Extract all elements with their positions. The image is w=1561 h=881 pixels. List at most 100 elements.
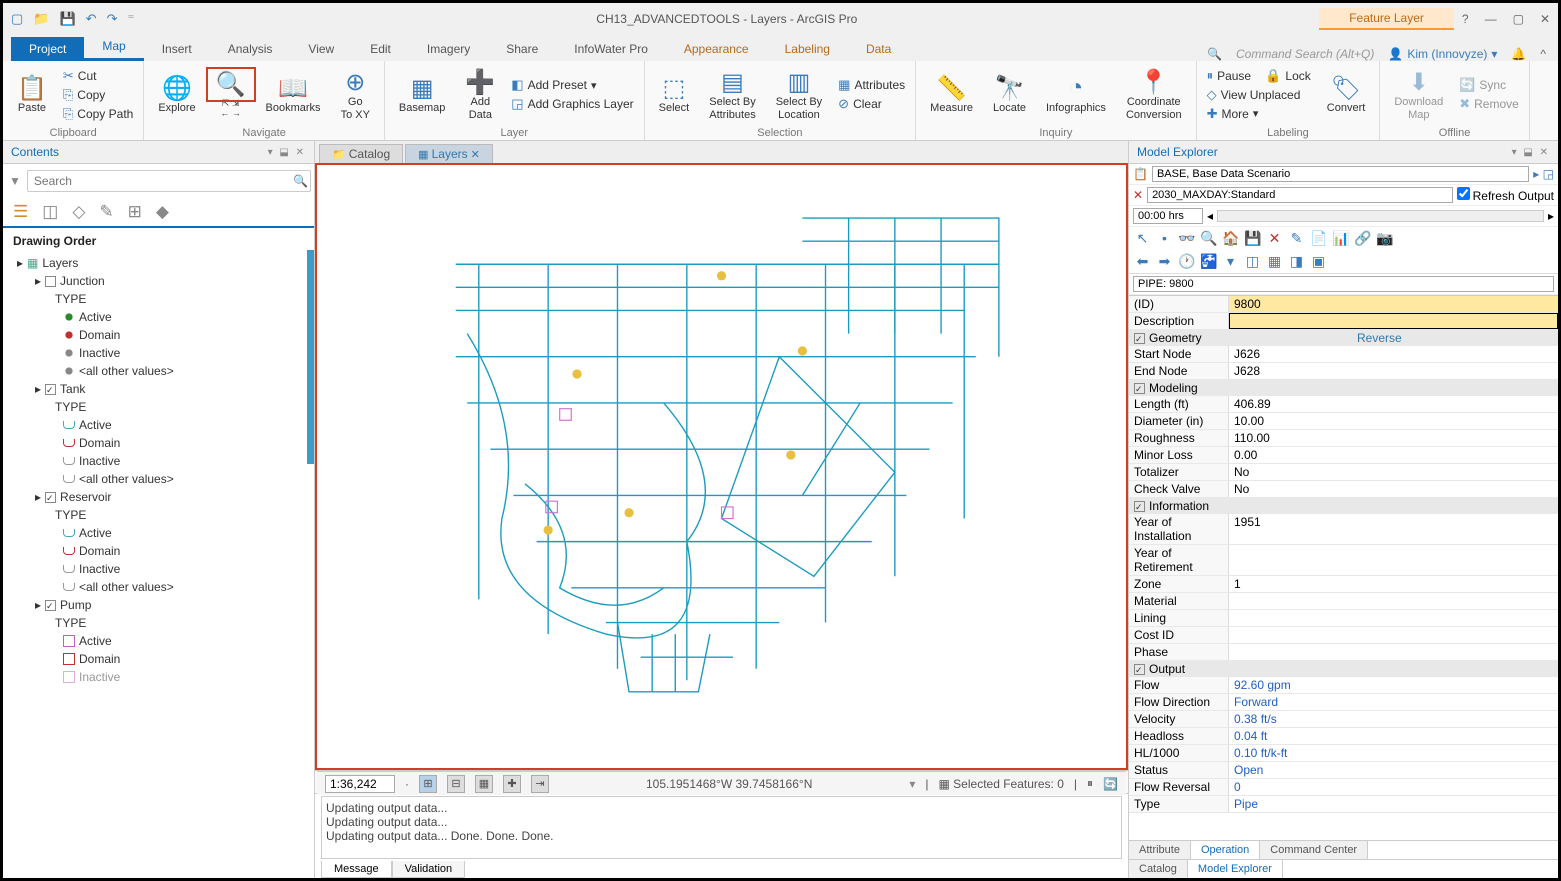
junction-layer[interactable]: ▸ Junction: [3, 272, 314, 290]
home-icon[interactable]: 🏠: [1222, 230, 1239, 247]
tank-inactive[interactable]: Inactive: [3, 452, 314, 470]
geometry-header[interactable]: GeometryReverse: [1129, 330, 1558, 346]
more-labeling-button[interactable]: ✚More ▾: [1203, 105, 1315, 123]
tab-insert[interactable]: Insert: [144, 37, 210, 61]
add-data-button[interactable]: ➕Add Data: [457, 66, 503, 122]
prop-year-install[interactable]: 1951: [1229, 514, 1558, 544]
tool-icon[interactable]: •: [1156, 230, 1173, 247]
tab-labeling[interactable]: Labeling: [767, 37, 848, 61]
tab-infowater[interactable]: InfoWater Pro: [556, 37, 666, 61]
maximize-icon[interactable]: ▢: [1513, 12, 1524, 26]
nav-fwd-icon[interactable]: ➡: [1156, 253, 1173, 270]
tank-other[interactable]: <all other values>: [3, 470, 314, 488]
map-canvas[interactable]: [317, 165, 1126, 768]
time-prev-icon[interactable]: ◂: [1207, 209, 1213, 223]
layers-node[interactable]: ▸ ▦ Layers: [3, 254, 314, 272]
qat-dropdown-icon[interactable]: ⁼: [127, 11, 134, 27]
view-unplaced-button[interactable]: ◇View Unplaced: [1203, 86, 1315, 104]
reservoir-layer[interactable]: ▸ Reservoir: [3, 488, 314, 506]
snap-tool-icon[interactable]: ⊞: [419, 775, 437, 793]
prop-zone[interactable]: 1: [1229, 576, 1558, 592]
tank-layer[interactable]: ▸ Tank: [3, 380, 314, 398]
ribbon-collapse-icon[interactable]: ^: [1540, 47, 1546, 61]
undo-icon[interactable]: ↶: [86, 11, 97, 27]
tab-project[interactable]: Project: [11, 37, 84, 61]
validation-tab[interactable]: Validation: [392, 861, 466, 878]
reservoir-inactive[interactable]: Inactive: [3, 560, 314, 578]
close-icon[interactable]: ✕: [1540, 12, 1550, 26]
glasses-icon[interactable]: 👓: [1178, 230, 1195, 247]
convert-labels-button[interactable]: 🏷Convert: [1319, 72, 1374, 116]
help-icon[interactable]: ?: [1462, 12, 1469, 26]
pause-draw-icon[interactable]: ⏸: [1087, 776, 1093, 791]
t4-icon[interactable]: ▦: [1266, 253, 1283, 270]
prop-lining[interactable]: [1229, 610, 1558, 626]
tab-share[interactable]: Share: [488, 37, 556, 61]
open-icon[interactable]: 📁: [33, 11, 49, 27]
copy-button[interactable]: ⎘Copy: [59, 86, 137, 104]
refresh-map-icon[interactable]: 🔄: [1103, 777, 1118, 791]
run-dropdown[interactable]: 2030_MAXDAY:Standard: [1147, 187, 1453, 203]
attributes-button[interactable]: ▦Attributes: [834, 76, 909, 94]
reverse-link[interactable]: Reverse: [1206, 331, 1553, 345]
pump-domain[interactable]: Domain: [3, 650, 314, 668]
search-icon[interactable]: 🔍: [293, 174, 308, 188]
save-icon[interactable]: 💾: [1244, 230, 1261, 247]
explore-button[interactable]: 🌐Explore: [150, 72, 203, 116]
junction-active[interactable]: Active: [3, 308, 314, 326]
output-header[interactable]: Output: [1129, 661, 1558, 677]
reservoir-domain[interactable]: Domain: [3, 542, 314, 560]
inference-tool-icon[interactable]: ⇥: [531, 775, 549, 793]
camera-icon[interactable]: 📷: [1376, 230, 1393, 247]
time-dropdown[interactable]: 00:00 hrs: [1133, 208, 1203, 224]
grid-tool-icon[interactable]: ⊟: [447, 775, 465, 793]
tab-appearance[interactable]: Appearance: [666, 37, 767, 61]
command-search[interactable]: Command Search (Alt+Q): [1236, 47, 1374, 61]
clock-icon[interactable]: 🕐: [1178, 253, 1195, 270]
tab-imagery[interactable]: Imagery: [409, 37, 488, 61]
link-icon[interactable]: 🔗: [1354, 230, 1371, 247]
list-by-labeling-icon[interactable]: ◆: [156, 202, 169, 222]
new-project-icon[interactable]: ▢: [11, 11, 23, 27]
copy-path-button[interactable]: ⎘Copy Path: [59, 105, 137, 123]
run-icon[interactable]: ✕: [1133, 188, 1143, 202]
pointer-icon[interactable]: ↖: [1134, 230, 1151, 247]
prop-minor-loss[interactable]: 0.00: [1229, 447, 1558, 463]
add-graphics-layer-button[interactable]: ◲Add Graphics Layer: [507, 95, 637, 113]
reservoir-other[interactable]: <all other values>: [3, 578, 314, 596]
tab-edit[interactable]: Edit: [352, 37, 409, 61]
prop-start-node[interactable]: J626: [1229, 346, 1558, 362]
clear-button[interactable]: ⊘Clear: [834, 95, 909, 113]
tank-active[interactable]: Active: [3, 416, 314, 434]
prop-end-node[interactable]: J628: [1229, 363, 1558, 379]
t6-icon[interactable]: ▣: [1310, 253, 1327, 270]
attribute-tab[interactable]: Attribute: [1129, 841, 1191, 859]
correction-tool-icon[interactable]: ✚: [503, 775, 521, 793]
junction-other[interactable]: <all other values>: [3, 362, 314, 380]
list-by-snapping-icon[interactable]: ⊞: [128, 202, 142, 222]
constraint-tool-icon[interactable]: ▦: [475, 775, 493, 793]
prop-material[interactable]: [1229, 593, 1558, 609]
prop-length[interactable]: 406.89: [1229, 396, 1558, 412]
junction-domain[interactable]: Domain: [3, 326, 314, 344]
select-button[interactable]: ⬚Select: [651, 72, 698, 116]
toc-scrollbar[interactable]: [307, 250, 314, 464]
junction-inactive[interactable]: Inactive: [3, 344, 314, 362]
catalog-tab[interactable]: 📁 Catalog: [319, 144, 403, 163]
scenario-dropdown[interactable]: BASE, Base Data Scenario: [1152, 166, 1529, 182]
pause-labeling-button[interactable]: ⏸Pause 🔒Lock: [1203, 67, 1315, 85]
scale-input[interactable]: [325, 775, 395, 793]
refresh-output-checkbox[interactable]: Refresh Output: [1457, 187, 1554, 203]
list-by-selection-icon[interactable]: ◇: [72, 202, 85, 222]
coord-conversion-button[interactable]: 📍Coordinate Conversion: [1118, 66, 1190, 122]
tab-analysis[interactable]: Analysis: [210, 37, 291, 61]
search-icon[interactable]: 🔍: [1207, 47, 1222, 61]
prop-phase[interactable]: [1229, 644, 1558, 660]
pump-layer[interactable]: ▸ Pump: [3, 596, 314, 614]
element-dropdown[interactable]: PIPE: 9800: [1133, 276, 1554, 292]
user-menu[interactable]: 👤Kim (Innovyze) ▾: [1388, 47, 1497, 61]
pane-controls[interactable]: ▾ ⬓ ✕: [268, 147, 306, 158]
information-header[interactable]: Information: [1129, 498, 1558, 514]
tab-view[interactable]: View: [290, 37, 352, 61]
time-slider[interactable]: [1217, 210, 1544, 222]
